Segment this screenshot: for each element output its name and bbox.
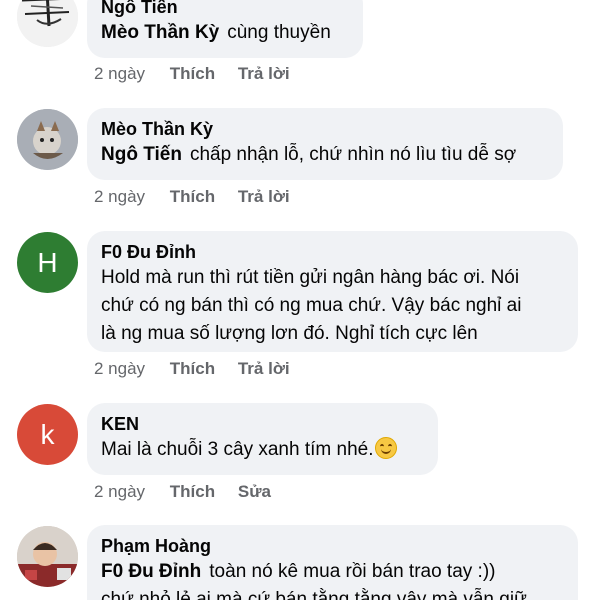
comment-text: cùng thuyền <box>227 22 331 43</box>
comment-mention[interactable]: Mèo Thần Kỳ <box>101 22 219 43</box>
comment-bubble: Ngô Tiến Mèo Thần Kỳ cùng thuyền <box>87 0 363 58</box>
comment-text-line: là ng mua số lượng lơn đó. Nghỉ tích cực… <box>101 323 478 344</box>
comment-mention[interactable]: F0 Đu Đỉnh <box>101 561 201 582</box>
comment-actions: 2 ngày Thích Trả lời <box>94 63 308 85</box>
reply-button[interactable]: Trả lời <box>238 64 290 83</box>
drawing-avatar-icon[interactable] <box>17 0 78 47</box>
smiling-face-emoji <box>375 437 398 459</box>
comment-body: Mai là chuỗi 3 cây xanh tím nhé. <box>101 436 424 464</box>
child-photo-avatar-icon[interactable] <box>17 526 78 587</box>
edit-button[interactable]: Sửa <box>238 482 271 501</box>
comment-author[interactable]: F0 Đu Đỉnh <box>101 240 564 264</box>
comment-bubble: F0 Đu Đỉnh Hold mà run thì rút tiền gửi … <box>87 231 578 352</box>
comment-bubble: Mèo Thần Kỳ Ngô Tiến chấp nhận lỗ, chứ nh… <box>87 108 563 180</box>
comment-actions: 2 ngày Thích Trả lời <box>94 186 308 208</box>
reply-button[interactable]: Trả lời <box>238 187 290 206</box>
like-button[interactable]: Thích <box>170 359 215 378</box>
comment-text: Mai là chuỗi 3 cây xanh tím nhé. <box>101 439 374 460</box>
avatar-letter: k <box>40 418 55 450</box>
comment-text: toàn nó kê mua rồi bán trao tay :)) <box>209 561 496 582</box>
comment-text-line: Hold mà run thì rút tiền gửi ngân hàng b… <box>101 267 520 288</box>
comment-time[interactable]: 2 ngày <box>94 359 145 378</box>
comment-time[interactable]: 2 ngày <box>94 187 145 206</box>
cat-avatar-icon[interactable] <box>17 109 78 170</box>
comment-text-line: F0 Đu Đỉnh toàn nó kê mua rồi bán trao ta… <box>101 558 564 586</box>
reply-button[interactable]: Trả lời <box>238 359 290 378</box>
comment-author[interactable]: Ngô Tiến <box>101 0 349 19</box>
letter-avatar[interactable]: k <box>17 404 78 465</box>
comment-text-line: chứ nhỏ lẻ ai mà cứ bán tằng tằng vậy mà… <box>101 589 527 600</box>
avatar-letter: H <box>37 246 58 278</box>
comment-text-line: chứ có ng bán thì có ng mua chứ. Vậy bác… <box>101 295 522 316</box>
comment-author[interactable]: Mèo Thần Kỳ <box>101 117 549 141</box>
comment-actions: 2 ngày Thích Sửa <box>94 481 289 503</box>
like-button[interactable]: Thích <box>170 187 215 206</box>
comment-author[interactable]: KEN <box>101 412 424 436</box>
comment-text: chấp nhận lỗ, chứ nhìn nó lìu tìu dễ sợ <box>189 144 517 165</box>
comment-body: Hold mà run thì rút tiền gửi ngân hàng b… <box>101 264 564 348</box>
comment-body: Mèo Thần Kỳ cùng thuyền <box>101 19 349 47</box>
comment-time[interactable]: 2 ngày <box>94 64 145 83</box>
comment-time[interactable]: 2 ngày <box>94 482 145 501</box>
comment-bubble: KEN Mai là chuỗi 3 cây xanh tím nhé. <box>87 403 438 475</box>
comment-bubble: Phạm Hoàng F0 Đu Đỉnh toàn nó kê mua rồi … <box>87 525 578 600</box>
comment-body: Ngô Tiến chấp nhận lỗ, chứ nhìn nó lìu tì… <box>101 141 549 169</box>
letter-avatar[interactable]: H <box>17 232 78 293</box>
comment-mention[interactable]: Ngô Tiến <box>101 144 182 165</box>
comment-body: F0 Đu Đỉnh toàn nó kê mua rồi bán trao ta… <box>101 558 564 600</box>
like-button[interactable]: Thích <box>170 64 215 83</box>
comment-actions: 2 ngày Thích Trả lời <box>94 358 308 380</box>
comment-author[interactable]: Phạm Hoàng <box>101 534 564 558</box>
like-button[interactable]: Thích <box>170 482 215 501</box>
comment-feed: Ngô Tiến Mèo Thần Kỳ cùng thuyền 2 ngày T… <box>0 0 600 600</box>
